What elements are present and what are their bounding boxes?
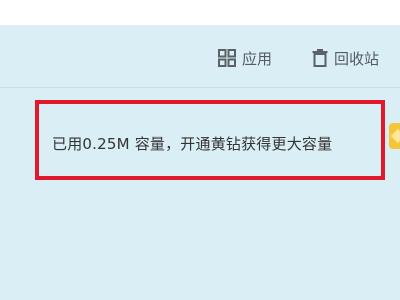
storage-usage-text[interactable]: 已用0.25M 容量，开通黄钻获得更大容量 (52, 133, 332, 154)
recycle-label: 回收站 (334, 49, 380, 68)
vip-upgrade-badge[interactable] (389, 123, 400, 149)
yellow-diamond-icon (390, 128, 400, 144)
top-strip (0, 0, 400, 25)
apps-button[interactable]: 应用 (218, 47, 272, 69)
grid-icon (218, 49, 236, 67)
recycle-bin-button[interactable]: 回收站 (312, 47, 379, 69)
apps-label: 应用 (242, 49, 273, 68)
trash-icon (312, 49, 328, 67)
